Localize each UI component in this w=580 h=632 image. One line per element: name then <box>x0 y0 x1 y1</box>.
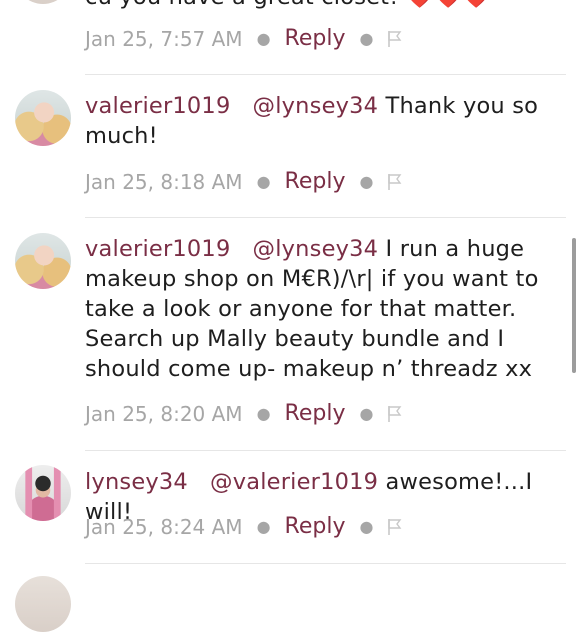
dot-separator: ● <box>256 517 271 536</box>
dot-separator: ● <box>359 517 374 536</box>
flag-icon[interactable] <box>387 405 403 423</box>
dot-separator: ● <box>256 172 271 191</box>
comment-item: cu you have a great closet! ❤️❤️❤️ Jan 2… <box>0 0 580 75</box>
avatar[interactable] <box>15 233 71 289</box>
username-link[interactable]: valerier1019 <box>85 236 230 262</box>
divider <box>85 563 566 564</box>
comment-meta: Jan 25, 8:20 AM ● Reply ● <box>85 398 403 430</box>
mention-link[interactable]: @lynsey34 <box>253 93 379 119</box>
timestamp: Jan 25, 8:24 AM <box>85 515 243 539</box>
reply-button[interactable]: Reply <box>285 166 346 198</box>
avatar[interactable] <box>15 90 71 146</box>
reply-button[interactable]: Reply <box>285 398 346 430</box>
timestamp: Jan 25, 8:18 AM <box>85 170 243 194</box>
comment-meta: Jan 25, 8:24 AM ● Reply ● <box>85 511 403 543</box>
avatar[interactable] <box>15 0 71 4</box>
comment-item: valerier1019 @lynsey34 Thank you so much… <box>0 75 580 218</box>
reply-button[interactable]: Reply <box>285 511 346 543</box>
dot-separator: ● <box>359 29 374 48</box>
dot-separator: ● <box>359 404 374 423</box>
dot-separator: ● <box>359 172 374 191</box>
flag-icon[interactable] <box>387 173 403 191</box>
comment-text: valerier1019 @lynsey34 Thank you so much… <box>85 91 555 151</box>
flag-icon[interactable] <box>387 30 403 48</box>
comment-item: valerier1019 @lynsey34 I run a huge make… <box>0 218 580 451</box>
mention-link[interactable]: @lynsey34 <box>253 236 379 262</box>
comment-meta: Jan 25, 8:18 AM ● Reply ● <box>85 166 403 198</box>
flag-icon[interactable] <box>387 518 403 536</box>
comment-item: lynsey34 @valerier1019 awesome!...I will… <box>0 451 580 566</box>
timestamp: Jan 25, 7:57 AM <box>85 27 243 51</box>
username-link[interactable]: valerier1019 <box>85 93 230 119</box>
username-link[interactable]: lynsey34 <box>85 469 188 495</box>
comment-text: valerier1019 @lynsey34 I run a huge make… <box>85 234 555 384</box>
avatar[interactable] <box>15 576 71 632</box>
comment-text: cu you have a great closet! ❤️❤️❤️ <box>85 0 555 12</box>
avatar[interactable] <box>15 465 71 521</box>
comment-body: cu you have a great closet! ❤️❤️❤️ <box>85 0 490 10</box>
comment-meta: Jan 25, 7:57 AM ● Reply ● <box>85 23 403 55</box>
mention-link[interactable]: @valerier1019 <box>210 469 378 495</box>
reply-button[interactable]: Reply <box>285 23 346 55</box>
timestamp: Jan 25, 8:20 AM <box>85 402 243 426</box>
dot-separator: ● <box>256 404 271 423</box>
dot-separator: ● <box>256 29 271 48</box>
